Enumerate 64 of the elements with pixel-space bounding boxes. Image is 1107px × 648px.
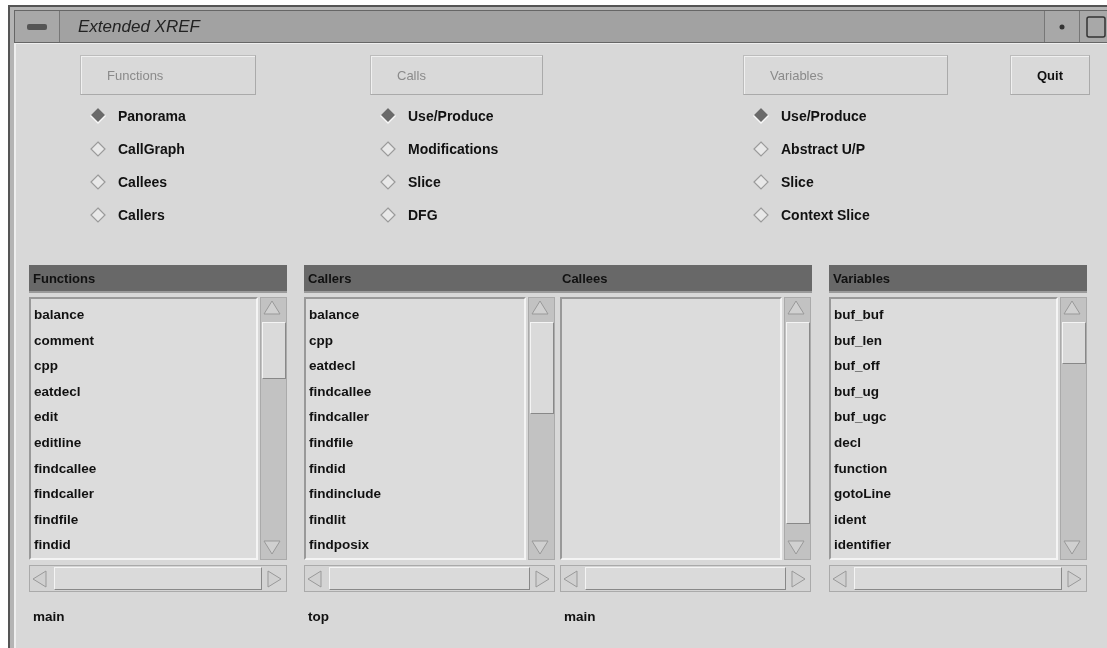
scrollbar-thumb[interactable] <box>854 567 1062 590</box>
column-heading: Functions <box>32 270 97 286</box>
column-heading: Callees <box>561 270 609 286</box>
selection-label: top <box>307 609 330 626</box>
column-heading: Variables <box>832 270 892 286</box>
list-item[interactable]: findlit <box>309 506 521 533</box>
list-item[interactable]: cpp <box>309 327 521 354</box>
list-box[interactable]: buf_buf buf_len buf_off buf_ug buf_ugc decl function gotoLine ident identifier <box>829 297 1058 560</box>
list-item[interactable]: eatdecl <box>34 378 253 405</box>
vertical-scrollbar[interactable] <box>260 297 287 560</box>
horizontal-scrollbar[interactable] <box>829 565 1087 592</box>
list-item[interactable]: findfile <box>309 429 521 456</box>
list-item[interactable]: balance <box>309 302 521 328</box>
scrollbar-thumb[interactable] <box>529 322 554 414</box>
scrollbar-thumb[interactable] <box>785 322 810 524</box>
list-item[interactable]: findfile <box>34 506 253 533</box>
list-box[interactable]: balance cpp eatdecl findcallee findcaller findfile findid findinclude findlit findposix <box>304 297 526 560</box>
selection-label: main <box>563 609 597 626</box>
list-item[interactable]: buf_ugc <box>834 404 1053 430</box>
scrollbar-thumb[interactable] <box>585 567 786 590</box>
vertical-scrollbar[interactable] <box>784 297 811 560</box>
list-item[interactable]: ident <box>834 506 1053 533</box>
list-item[interactable]: findposix <box>309 532 521 558</box>
list-item[interactable]: findcaller <box>309 404 521 430</box>
list-item[interactable]: findid <box>309 455 521 482</box>
list-item[interactable]: findid <box>34 532 253 558</box>
vertical-scrollbar[interactable] <box>528 297 555 560</box>
quit-button[interactable]: Quit <box>1010 55 1090 95</box>
list-item[interactable]: identifier <box>834 532 1053 558</box>
dot-icon <box>1059 23 1065 30</box>
window-menu-button[interactable] <box>15 11 60 42</box>
list-item[interactable]: buf_ug <box>834 378 1053 405</box>
scrollbar-thumb[interactable] <box>54 567 262 590</box>
menu-bar-icon <box>26 22 48 31</box>
list-item[interactable]: editline <box>34 429 253 456</box>
horizontal-scrollbar[interactable] <box>304 565 555 592</box>
minimize-button[interactable] <box>1044 11 1079 42</box>
maximize-button[interactable] <box>1079 11 1107 42</box>
list-item[interactable]: buf_buf <box>834 302 1053 328</box>
list-item[interactable]: buf_len <box>834 327 1053 354</box>
vertical-scrollbar[interactable] <box>1060 297 1087 560</box>
selection-label: main <box>32 609 66 626</box>
square-icon <box>1086 15 1106 38</box>
list-item[interactable]: eatdecl <box>309 353 521 379</box>
list-item[interactable]: buf_off <box>834 353 1053 379</box>
column-heading: Callers <box>307 270 353 286</box>
list-item[interactable]: findcallee <box>309 378 521 405</box>
scrollbar-thumb[interactable] <box>261 322 286 379</box>
list-item[interactable]: edit <box>34 404 253 430</box>
horizontal-scrollbar[interactable] <box>29 565 287 592</box>
list-item[interactable]: findinclude <box>309 481 521 507</box>
list-item[interactable]: comment <box>34 327 253 354</box>
scrollbar-thumb[interactable] <box>329 567 530 590</box>
list-box[interactable]: balance comment cpp eatdecl edit editline findcallee findcaller findfile findid <box>29 297 258 560</box>
list-item[interactable]: balance <box>34 302 253 328</box>
list-item[interactable]: cpp <box>34 353 253 379</box>
list-item[interactable]: findcaller <box>34 481 253 507</box>
window-title: Extended XREF <box>77 15 202 38</box>
list-item[interactable]: gotoLine <box>834 481 1053 507</box>
scrollbar-thumb[interactable] <box>1061 322 1086 364</box>
list-item[interactable]: function <box>834 455 1053 482</box>
horizontal-scrollbar[interactable] <box>560 565 811 592</box>
list-item[interactable]: decl <box>834 429 1053 456</box>
list-item[interactable]: findcallee <box>34 455 253 482</box>
